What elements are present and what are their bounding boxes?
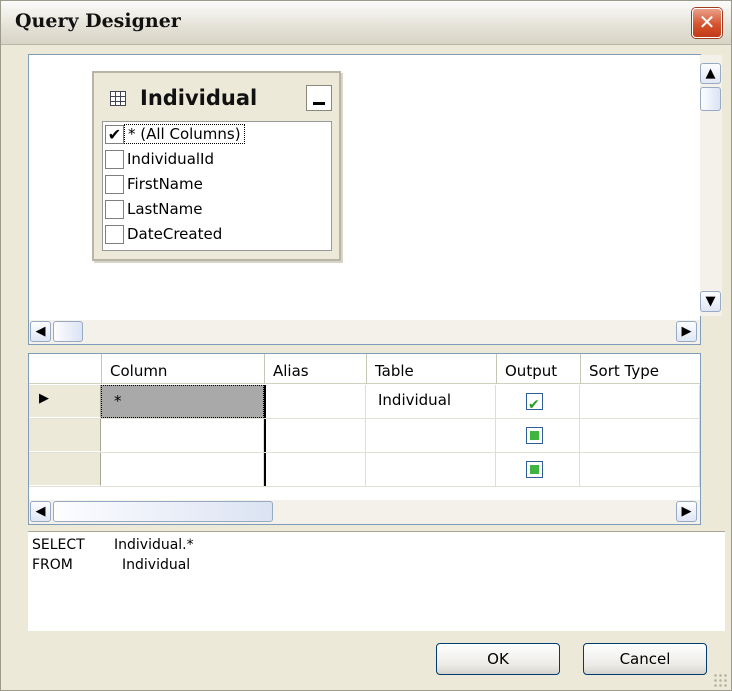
grid-cell-alias[interactable] [264,419,366,452]
grid-cell-output[interactable] [496,419,580,452]
column-checkbox[interactable] [105,175,124,194]
diagram-horizontal-scrollbar[interactable]: ◀ ▶ [29,320,700,344]
column-checkbox[interactable] [105,200,124,219]
chevron-up-icon: ▲ [705,66,716,81]
header-output[interactable]: Output [496,354,580,384]
column-item[interactable]: DateCreated [103,222,331,247]
scroll-up-button[interactable]: ▲ [700,63,721,84]
grid-row[interactable] [29,419,700,453]
grid-cell-alias[interactable] [264,385,366,418]
grid-cell-output[interactable] [496,453,580,486]
output-checkbox[interactable] [526,390,543,420]
sql-select-value: Individual.* [114,537,194,553]
column-item[interactable]: FirstName [103,172,331,197]
query-designer-dialog: Query Designer ✕ Individual ✔ * (All Col… [0,0,732,691]
grid-row[interactable] [29,453,700,487]
column-item[interactable]: LastName [103,197,331,222]
scroll-left-button[interactable]: ◀ [30,501,51,522]
grid-horizontal-scrollbar[interactable]: ◀ ▶ [29,500,700,524]
header-alias[interactable]: Alias [264,354,366,384]
chevron-right-icon: ▶ [681,504,692,519]
sql-from-keyword: FROM [32,557,73,573]
current-row-arrow-icon: ▶ [39,391,49,406]
grid-cell-table[interactable]: Individual [366,385,496,418]
ok-button[interactable]: OK [436,643,560,675]
table-box-header[interactable]: Individual [94,73,339,123]
grid-row[interactable]: ▶ * Individual [29,385,700,420]
grid-cell-sort-type[interactable] [580,385,700,418]
column-checkbox[interactable] [105,225,124,244]
grid-cell-sort-type[interactable] [580,453,700,486]
horizontal-scroll-thumb[interactable] [53,501,273,522]
column-label: LastName [127,200,203,218]
grid-cell-column[interactable] [101,453,264,486]
chevron-right-icon: ▶ [681,324,692,339]
table-box-title: Individual [140,86,258,110]
diagram-vertical-scrollbar[interactable]: ▲ ▼ [700,55,722,316]
column-checkbox[interactable] [105,150,124,169]
grid-cell-column[interactable]: * [101,385,264,418]
close-icon: ✕ [698,10,716,34]
header-sort-type[interactable]: Sort Type [580,354,700,384]
column-label: IndividualId [127,150,214,168]
column-label: FirstName [127,175,203,193]
header-column[interactable]: Column [101,354,264,384]
column-item[interactable]: ✔ * (All Columns) [103,122,331,147]
header-table[interactable]: Table [366,354,496,384]
close-button[interactable]: ✕ [692,8,722,38]
chevron-left-icon: ◀ [35,324,46,339]
row-selector[interactable] [29,419,101,452]
scroll-right-button[interactable]: ▶ [676,501,697,522]
dialog-title: Query Designer [15,10,181,32]
title-bar: Query Designer ✕ [1,1,731,45]
sql-select-keyword: SELECT [32,537,85,553]
grid-cell-column[interactable] [101,419,264,452]
row-selector[interactable] [29,453,101,486]
chevron-left-icon: ◀ [35,504,46,519]
column-list: ✔ * (All Columns) IndividualId FirstName… [102,121,332,251]
vertical-scroll-thumb[interactable] [700,87,721,111]
horizontal-scroll-thumb[interactable] [53,321,83,342]
sql-from-value: Individual [122,557,191,573]
cancel-button[interactable]: Cancel [583,643,707,675]
grid-vertical-scrollbar[interactable]: ▲ ▼ [700,354,701,500]
column-label: * (All Columns) [124,124,245,144]
column-label: DateCreated [127,225,223,243]
table-grid-icon [110,91,126,106]
minimize-table-button[interactable] [306,85,332,111]
grid-header-row: Column Alias Table Output Sort Type [29,354,700,384]
scroll-up-button[interactable]: ▲ [700,360,701,381]
column-checkbox[interactable]: ✔ [105,125,124,144]
vertical-scroll-thumb[interactable] [700,384,701,414]
grid-cell-alias[interactable] [264,453,366,486]
column-item[interactable]: IndividualId [103,147,331,172]
scroll-down-button[interactable]: ▼ [700,291,721,312]
output-checkbox[interactable] [526,427,543,444]
output-checkbox[interactable] [526,461,543,478]
row-selector[interactable]: ▶ [29,385,101,418]
grid-cell-table[interactable] [366,419,496,452]
resize-grip-icon[interactable] [713,673,727,687]
chevron-down-icon: ▼ [705,294,716,309]
diagram-pane[interactable]: Individual ✔ * (All Columns) IndividualI… [28,54,722,345]
scroll-down-button[interactable]: ▼ [700,474,701,495]
grid-cell-table[interactable] [366,453,496,486]
criteria-grid-pane[interactable]: Column Alias Table Output Sort Type ▶ * … [28,353,701,525]
table-box-individual[interactable]: Individual ✔ * (All Columns) IndividualI… [92,71,341,261]
sql-pane[interactable]: SELECT Individual.* FROM Individual [28,531,725,631]
scroll-right-button[interactable]: ▶ [676,321,697,342]
grid-cell-sort-type[interactable] [580,419,700,452]
grid-cell-output[interactable] [496,385,580,420]
scroll-left-button[interactable]: ◀ [30,321,51,342]
